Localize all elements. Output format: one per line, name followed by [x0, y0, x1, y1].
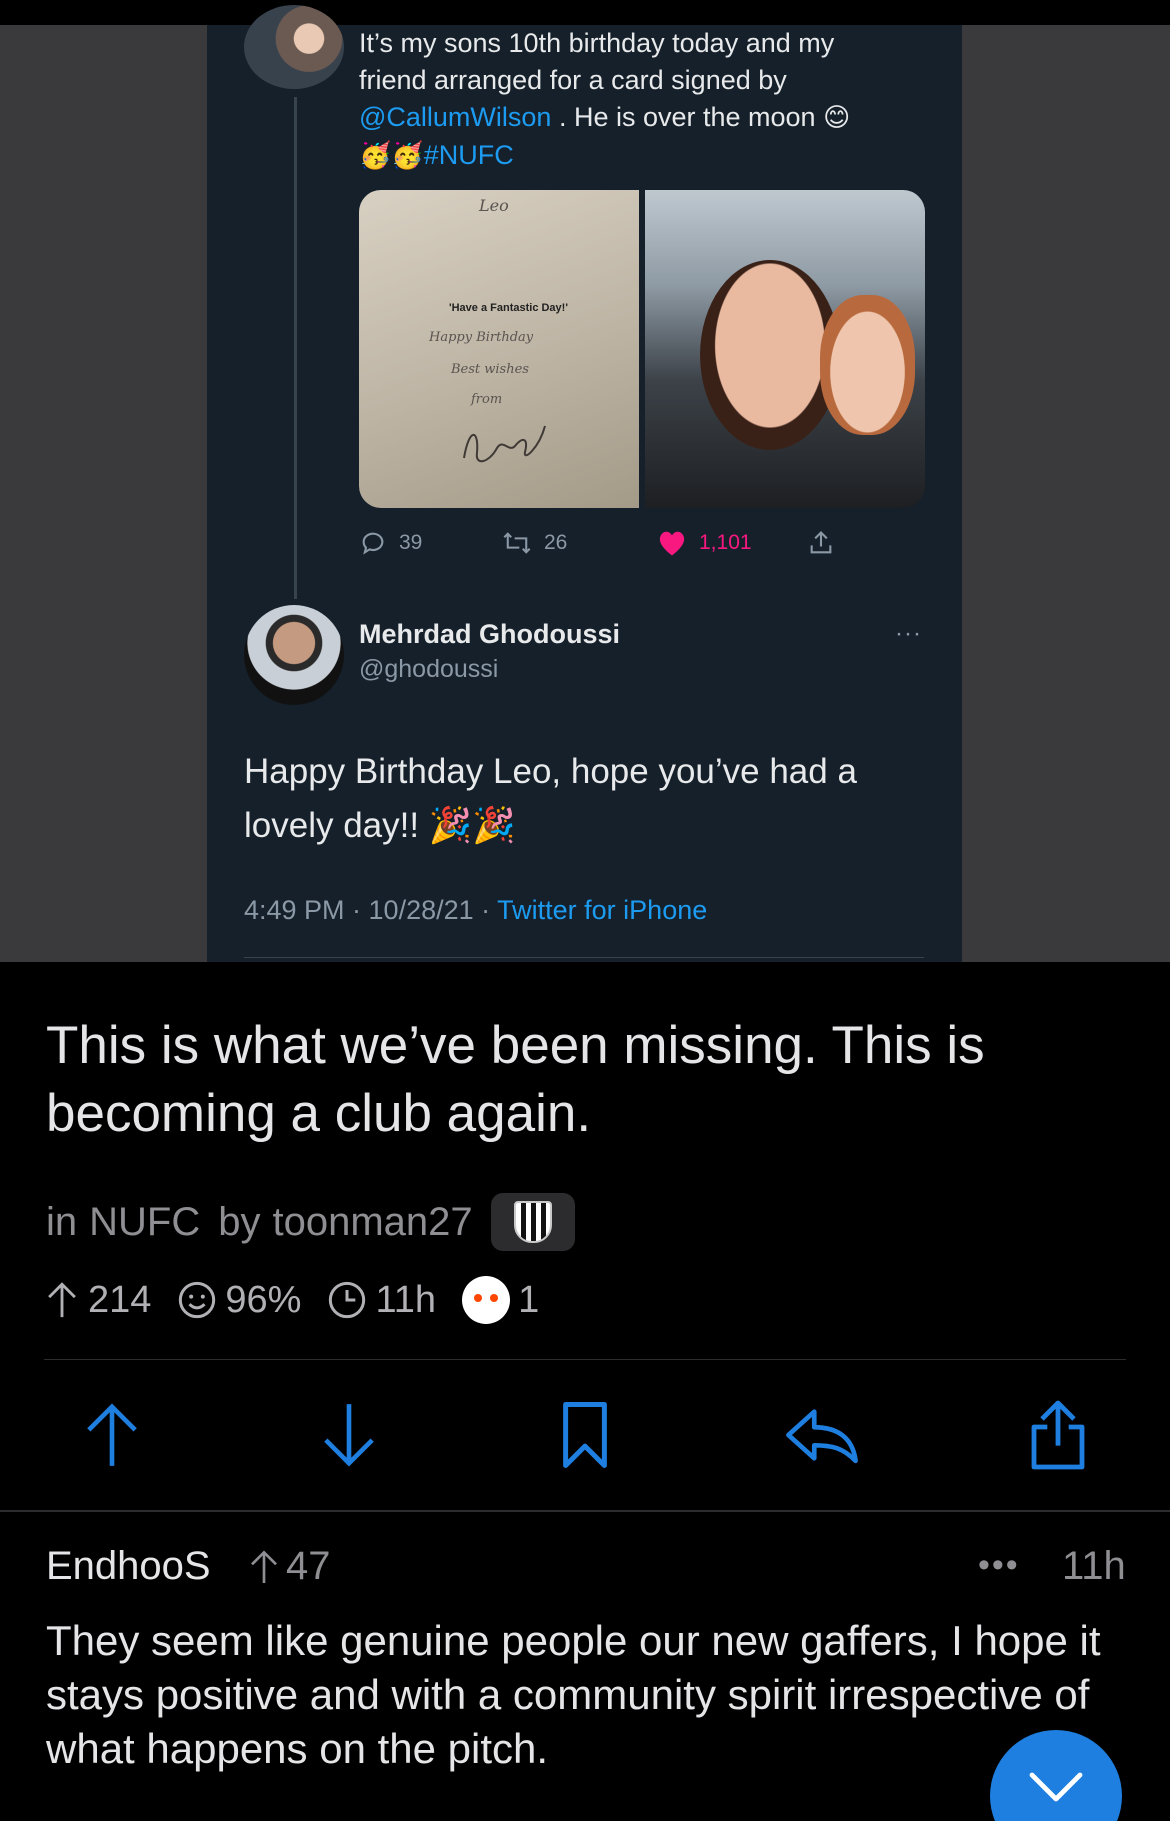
smiley-icon: [179, 1281, 216, 1319]
tweet-more-icon[interactable]: ···: [895, 620, 922, 648]
subreddit-link[interactable]: NUFC: [89, 1200, 200, 1245]
in-label: in: [46, 1199, 78, 1244]
upvote-count: 214: [88, 1278, 152, 1321]
share-icon: [1031, 1400, 1085, 1470]
card-handwriting-3: from: [471, 392, 503, 407]
ratio-stat: 96%: [177, 1279, 301, 1322]
reply-author-avatar[interactable]: [244, 605, 344, 705]
chevron-down-icon: [1029, 1772, 1083, 1802]
signature-image: [463, 425, 546, 463]
retweet-count: 26: [544, 531, 568, 554]
upvote-stat: 214: [44, 1279, 151, 1322]
like-count: 1,101: [699, 531, 752, 554]
heart-icon: [659, 531, 685, 556]
user-flair: [490, 1193, 575, 1251]
card-handwriting-1: Happy Birthday: [429, 330, 534, 345]
card-handwriting-2: Best wishes: [451, 362, 529, 377]
post-age: 11h: [375, 1278, 437, 1321]
thread-line: [294, 97, 297, 599]
tweet-media: Leo 'Have a Fantastic Day!' Happy Birthd…: [359, 190, 925, 508]
reply-icon: [785, 1409, 858, 1464]
child-face: [820, 295, 915, 435]
tweet-source-link[interactable]: Twitter for iPhone: [497, 895, 707, 925]
comment-bubble-icon: [362, 532, 384, 555]
award-stat: 1: [462, 1276, 539, 1324]
comments-divider: [0, 1510, 1170, 1512]
tweet-divider: [244, 957, 924, 958]
tweet-text-line-3: @CallumWilson . He is over the moon 😊: [359, 99, 919, 137]
tweet-reply-action[interactable]: 39: [359, 529, 502, 557]
smile-emoji: 😊: [823, 103, 851, 133]
reply-tweet-text: Happy Birthday Leo, hope you’ve had a lo…: [244, 752, 857, 845]
clock-icon: [329, 1281, 366, 1319]
post-title: This is what we’ve been missing. This is…: [46, 1016, 985, 1143]
tweet-screenshot[interactable]: It’s my sons 10th birthday today and my …: [0, 0, 1170, 962]
tweet-card: It’s my sons 10th birthday today and my …: [207, 5, 962, 962]
post-action-bar: [44, 1390, 1126, 1480]
by-label: by: [218, 1199, 261, 1244]
image-top-edge: [0, 0, 1170, 25]
comment-age: 11h: [1062, 1544, 1126, 1588]
share-button[interactable]: [1018, 1395, 1098, 1475]
tweet-share-action[interactable]: [807, 529, 835, 557]
comment-author[interactable]: EndhooS: [46, 1544, 211, 1589]
tweet-text-fragment: . He is over the moon: [551, 102, 824, 132]
club-crest-icon: [513, 1201, 552, 1243]
bookmark-icon: [563, 1402, 607, 1468]
tweet-text-line-4: 🥳🥳#NUFC: [359, 137, 919, 175]
author-link[interactable]: toonman27: [272, 1200, 472, 1245]
tweet-retweet-action[interactable]: 26: [502, 529, 657, 557]
tweet-like-action[interactable]: 1,101: [657, 529, 807, 557]
reply-author-handle[interactable]: @ghodoussi: [359, 655, 498, 684]
comment-body: They seem like genuine people our new ga…: [46, 1617, 1101, 1772]
mention-link[interactable]: @CallumWilson: [359, 102, 551, 132]
comment-score-value: 47: [286, 1544, 331, 1588]
post-divider: [44, 1359, 1126, 1360]
save-button[interactable]: [545, 1395, 625, 1475]
tweet-action-bar: 39 26 1,101: [359, 525, 879, 561]
post-stats: 214 96% 11h 1: [44, 1272, 565, 1328]
tweet-text-line-1: It’s my sons 10th birthday today and my: [359, 28, 835, 58]
original-tweet-avatar: [244, 5, 344, 89]
card-printed-text: 'Have a Fantastic Day!': [449, 302, 568, 314]
reply-count: 39: [399, 531, 423, 554]
signed-card-photo: Leo 'Have a Fantastic Day!' Happy Birthd…: [359, 190, 639, 508]
upvote-button[interactable]: [72, 1395, 152, 1475]
award-count: 1: [518, 1278, 540, 1321]
retweet-icon: [503, 532, 531, 554]
original-tweet-text: It’s my sons 10th birthday today and my …: [359, 25, 919, 175]
upvote-ratio: 96%: [225, 1278, 302, 1321]
reply-author-name[interactable]: Mehrdad Ghodoussi: [359, 619, 620, 650]
share-icon: [810, 531, 832, 554]
reply-button[interactable]: [782, 1395, 862, 1475]
post-meta: in NUFC by toonman27: [46, 1193, 575, 1251]
downvote-button[interactable]: [309, 1395, 389, 1475]
comment-score: 47: [248, 1544, 331, 1589]
upvote-icon: [87, 1403, 137, 1466]
arrow-up-icon: [48, 1282, 76, 1318]
tweet-timestamp: 4:49 PM · 10/28/21 ·: [244, 895, 498, 925]
selfie-photo: [645, 190, 925, 508]
arrow-up-icon: [251, 1549, 277, 1583]
downvote-icon: [323, 1404, 374, 1467]
age-stat: 11h: [327, 1279, 436, 1322]
mother-face: [700, 260, 840, 450]
hashtag-link[interactable]: #NUFC: [424, 140, 514, 170]
comment-more-icon[interactable]: •••: [978, 1546, 1020, 1585]
tweet-text-line-2: friend arranged for a card signed by: [359, 65, 787, 95]
snoo-award-icon: [462, 1276, 511, 1324]
tweet-timestamp-line: 4:49 PM · 10/28/21 · Twitter for iPhone: [244, 895, 707, 926]
party-face-emojis: 🥳🥳: [359, 141, 424, 171]
card-name: Leo: [479, 196, 509, 215]
